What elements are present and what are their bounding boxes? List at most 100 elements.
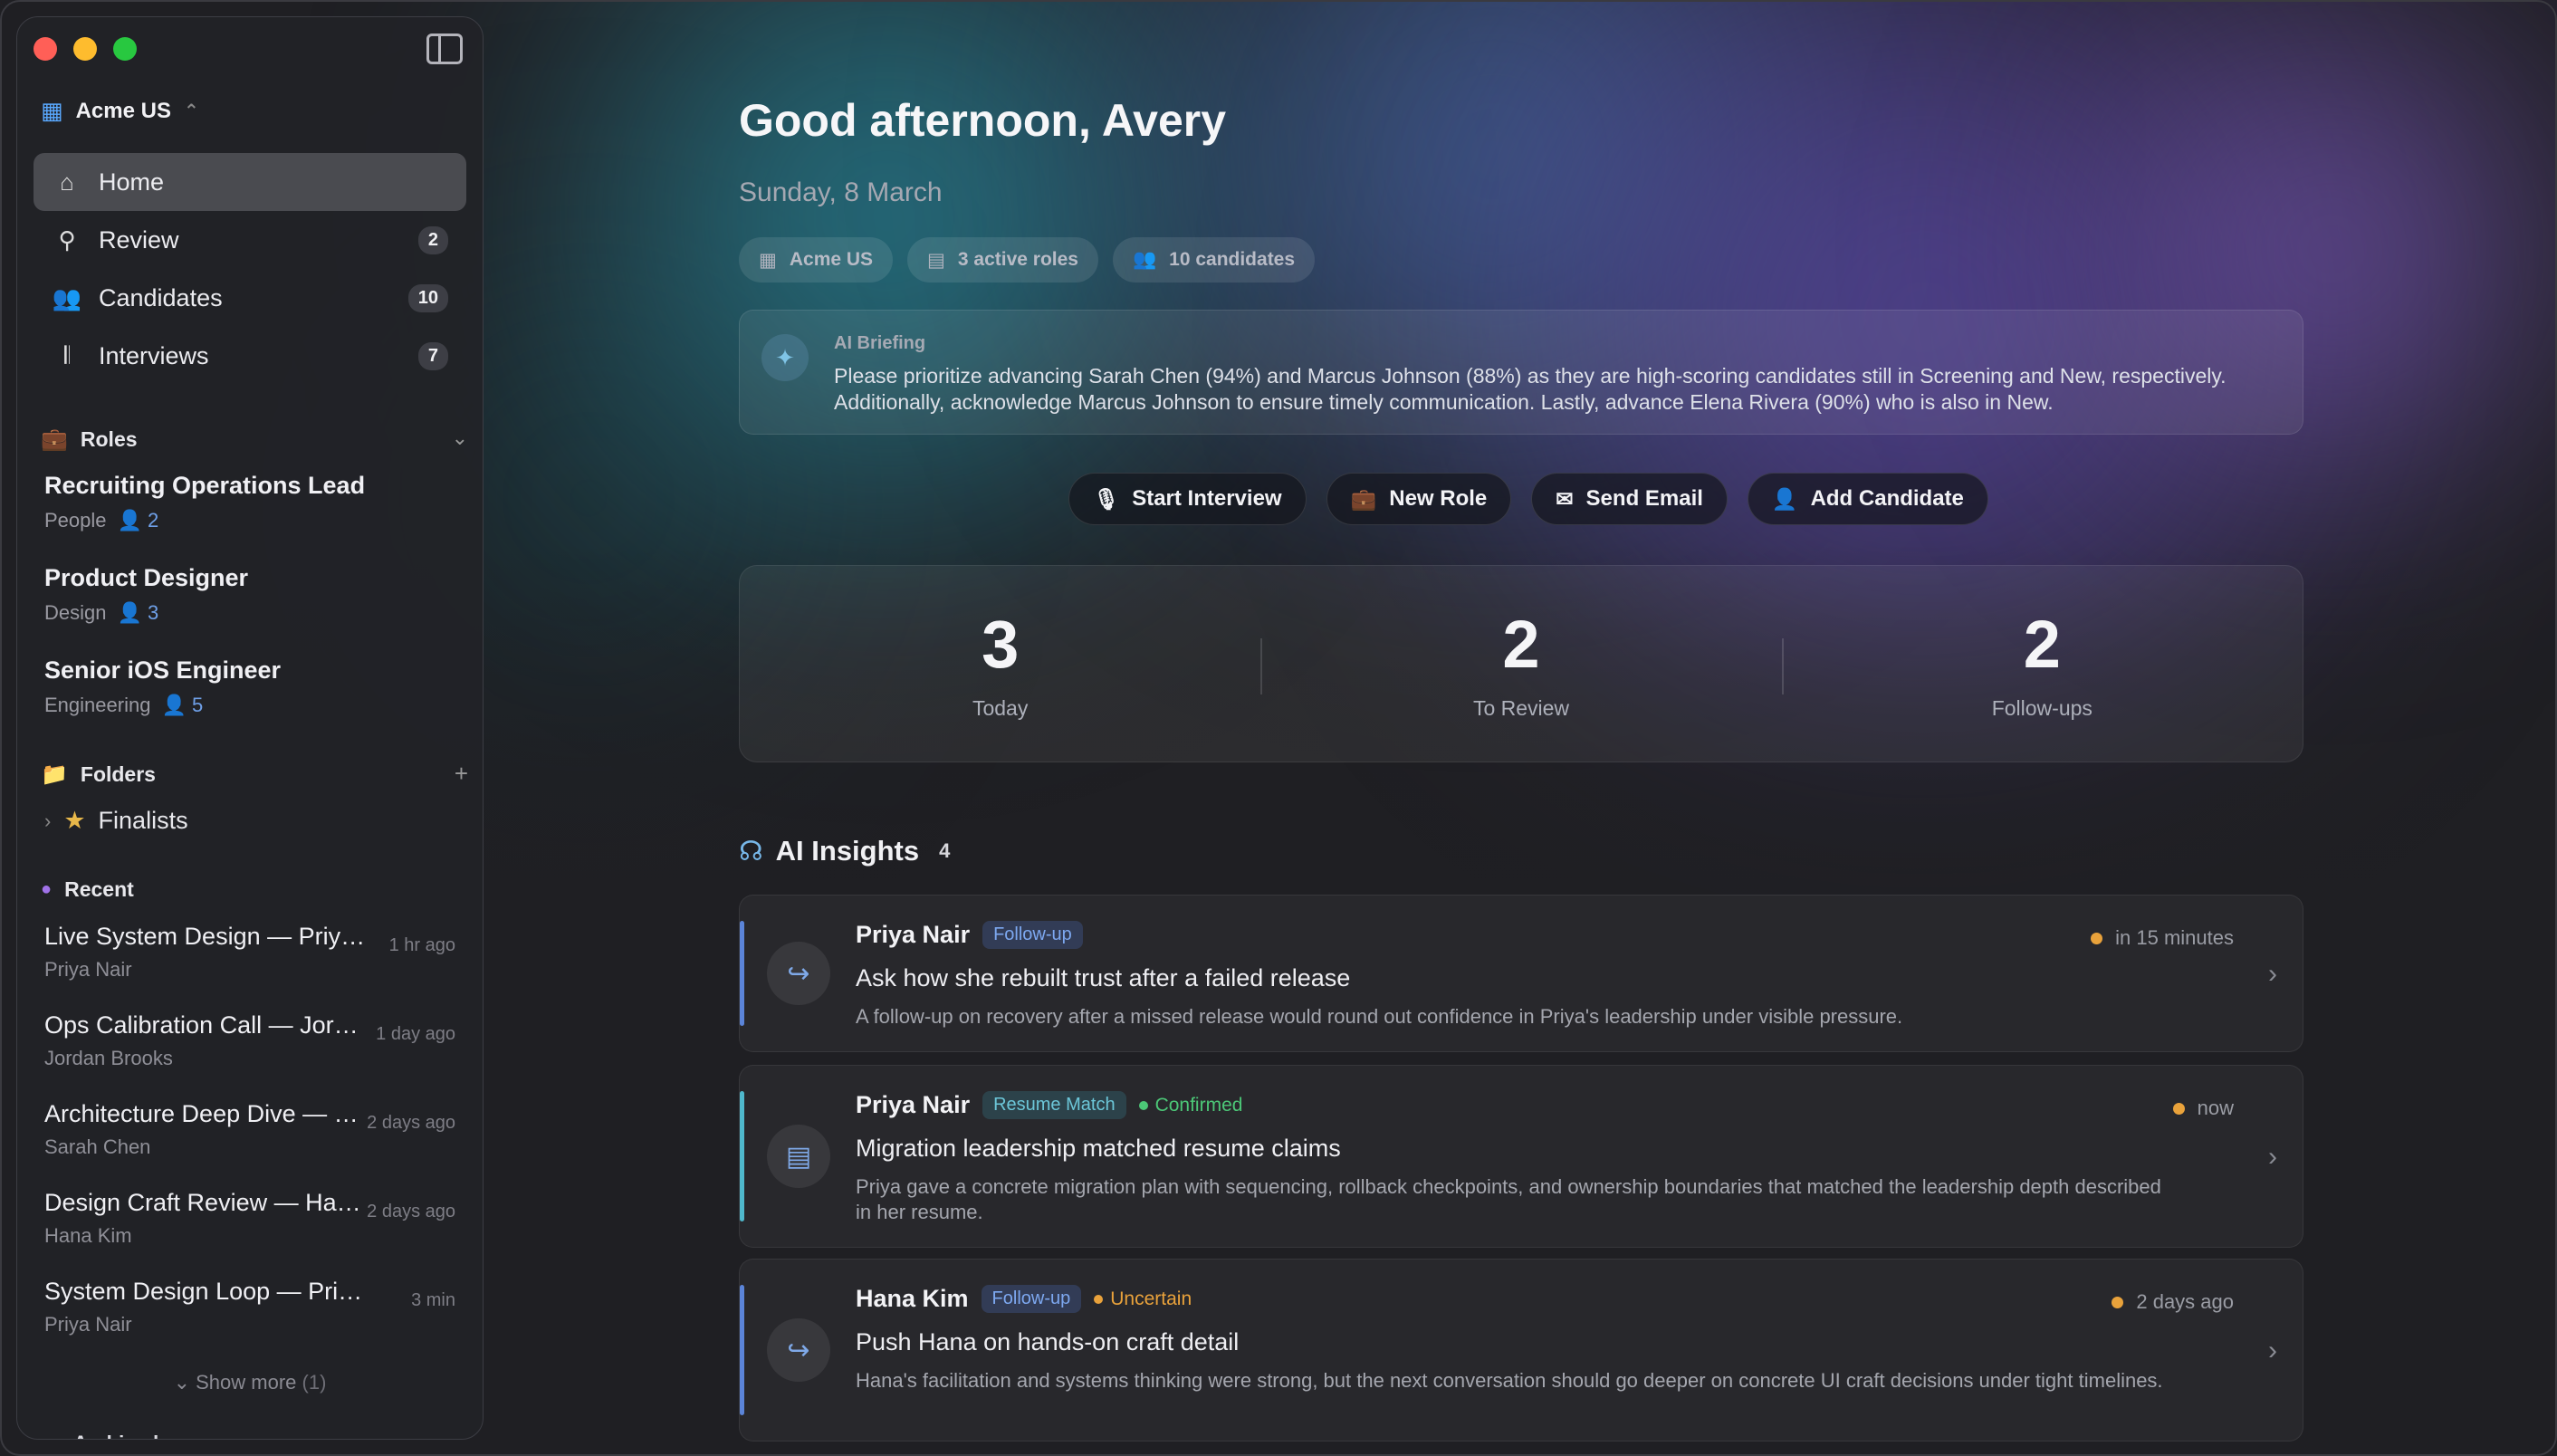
insight-description: Hana's facilitation and systems thinking… (856, 1369, 2163, 1392)
insight-card[interactable]: ▤ Priya Nair Resume Match Confirmed now … (739, 1065, 2303, 1248)
greeting-title: Good afternoon, Avery (739, 95, 1227, 146)
recent-time: 1 day ago (376, 1024, 455, 1044)
zoom-window-button[interactable] (113, 37, 137, 61)
building-icon: ▦ (759, 249, 777, 271)
recent-person: Priya Nair (44, 1313, 132, 1336)
person-icon: 👤 (117, 601, 148, 624)
stat-value: 3 (982, 607, 1020, 682)
briefcase-icon: 💼 (1350, 486, 1377, 511)
insight-candidate-name: Hana Kim (856, 1285, 969, 1312)
section-title: Roles (80, 427, 138, 451)
person-icon: 👤 (117, 509, 148, 532)
role-title: Senior iOS Engineer (44, 656, 282, 684)
folder-label: Finalists (98, 807, 188, 834)
archive-icon: ▬ (41, 1432, 61, 1439)
sidebar-toggle-icon[interactable] (426, 34, 463, 64)
org-switcher[interactable]: ▦ Acme US ⌃ (41, 97, 199, 125)
status-dot (1138, 1100, 1148, 1110)
mail-icon: ✉ (1556, 486, 1574, 511)
folder-item-finalists[interactable]: › ★ Finalists (44, 807, 188, 835)
status-label: Confirmed (1154, 1094, 1243, 1116)
stat-to-review[interactable]: 2 To Review (1260, 566, 1781, 762)
recent-title: Ops Calibration Call — Jordan Brooks (44, 1011, 370, 1039)
recent-item[interactable]: Architecture Deep Dive — Sarah Chen Sara… (44, 1100, 455, 1159)
recent-item[interactable]: Design Craft Review — Hana Kim Hana Kim … (44, 1189, 455, 1248)
chip-label: 3 active roles (957, 249, 1078, 270)
stat-today[interactable]: 3 Today (740, 566, 1260, 762)
insight-card[interactable]: ↪ Priya Nair Follow-up in 15 minutes Ask… (739, 895, 2303, 1052)
chevron-down-icon[interactable]: ⌄ (452, 426, 468, 450)
role-dept: Engineering (44, 694, 151, 716)
role-item[interactable]: Recruiting Operations Lead People 👤 2 (44, 472, 365, 532)
minimize-window-button[interactable] (73, 37, 97, 61)
stat-value: 2 (1502, 607, 1540, 682)
archived-section-header[interactable]: ▬ Archived (41, 1432, 158, 1439)
new-role-button[interactable]: 💼 New Role (1326, 473, 1512, 525)
add-candidate-button[interactable]: 👤 Add Candidate (1747, 473, 1988, 525)
show-more-label: Show more (196, 1371, 297, 1394)
main-nav: ⌂ Home ⚲ Review 2 👥 Candidates 10 𝄃 Inte… (34, 153, 466, 385)
recent-time: 2 days ago (367, 1113, 455, 1133)
chevron-right-icon: › (2268, 959, 2277, 989)
follow-up-arrow-icon: ↪ (767, 1318, 830, 1382)
start-interview-button[interactable]: 🎙 Start Interview (1068, 473, 1307, 525)
folders-section-header[interactable]: 📁 Folders (41, 762, 156, 788)
people-icon: 👥 (1132, 249, 1157, 270)
stats-panel: 3 Today 2 To Review 2 Follow-ups (739, 565, 2303, 762)
nav-badge: 2 (417, 225, 448, 254)
insights-count: 4 (939, 839, 951, 862)
role-item[interactable]: Product Designer Design 👤 3 (44, 564, 248, 625)
sidebar: ▦ Acme US ⌃ ⌂ Home ⚲ Review 2 👥 Candidat… (16, 16, 484, 1440)
brain-icon: ☊ (739, 836, 763, 867)
recent-title: Live System Design — Priya Nair (44, 923, 370, 950)
org-name: Acme US (75, 98, 171, 123)
insight-status: Uncertain (1094, 1288, 1192, 1310)
nav-item-home[interactable]: ⌂ Home (34, 153, 466, 211)
recent-item[interactable]: System Design Loop — Priya Nair Priya Na… (44, 1278, 455, 1336)
recent-item[interactable]: Live System Design — Priya Nair Priya Na… (44, 923, 455, 982)
show-more-button[interactable]: ⌄ Show more (1) (17, 1371, 483, 1394)
button-label: Send Email (1585, 486, 1703, 511)
chip-label: 10 candidates (1169, 249, 1296, 270)
nav-label: Review (99, 225, 179, 254)
nav-item-review[interactable]: ⚲ Review 2 (34, 211, 466, 269)
waveform-icon: 𝄃 (64, 341, 70, 369)
magnifier-icon: ⚲ (58, 225, 76, 254)
recent-title: Design Craft Review — Hana Kim (44, 1189, 370, 1216)
section-title: Folders (80, 762, 156, 786)
close-window-button[interactable] (34, 37, 57, 61)
insight-card[interactable]: ↪ Hana Kim Follow-up Uncertain 2 days ag… (739, 1259, 2303, 1442)
stat-follow-ups[interactable]: 2 Follow-ups (1781, 566, 2303, 762)
document-search-icon: ▤ (767, 1125, 830, 1188)
chevron-down-icon: ⌄ (173, 1371, 196, 1394)
button-label: New Role (1389, 486, 1488, 511)
nav-label: Candidates (99, 283, 223, 311)
recent-time: 3 min (411, 1290, 455, 1310)
insight-tag: Follow-up (981, 1285, 1082, 1313)
time-dot (2112, 1296, 2124, 1308)
send-email-button[interactable]: ✉ Send Email (1531, 473, 1728, 525)
follow-up-arrow-icon: ↪ (767, 942, 830, 1005)
recent-item[interactable]: Ops Calibration Call — Jordan Brooks Jor… (44, 1011, 455, 1070)
nav-item-candidates[interactable]: 👥 Candidates 10 (34, 269, 466, 327)
insight-time: now (2197, 1097, 2234, 1119)
nav-badge: 7 (417, 341, 448, 370)
building-icon: ▦ (41, 97, 63, 124)
button-label: Add Candidate (1810, 486, 1964, 511)
role-count: 2 (148, 509, 159, 532)
button-label: Start Interview (1132, 486, 1282, 511)
stat-label: Follow-ups (1991, 696, 2093, 720)
recent-section-header[interactable]: ● Recent (41, 877, 134, 902)
role-item[interactable]: Senior iOS Engineer Engineering 👤 5 (44, 656, 281, 717)
insight-candidate-name: Priya Nair (856, 921, 971, 948)
recent-person: Hana Kim (44, 1224, 132, 1247)
chevron-updown-icon: ⌃ (183, 101, 199, 121)
chip-label: Acme US (789, 249, 874, 270)
nav-item-interviews[interactable]: 𝄃 Interviews 7 (34, 327, 466, 385)
insight-status: Confirmed (1138, 1094, 1243, 1116)
insight-description: Priya gave a concrete migration plan wit… (856, 1175, 2161, 1223)
recent-time: 2 days ago (367, 1202, 455, 1221)
people-icon: 👥 (52, 283, 82, 311)
add-folder-icon[interactable]: + (455, 760, 468, 788)
roles-section-header[interactable]: 💼 Roles (41, 426, 138, 453)
